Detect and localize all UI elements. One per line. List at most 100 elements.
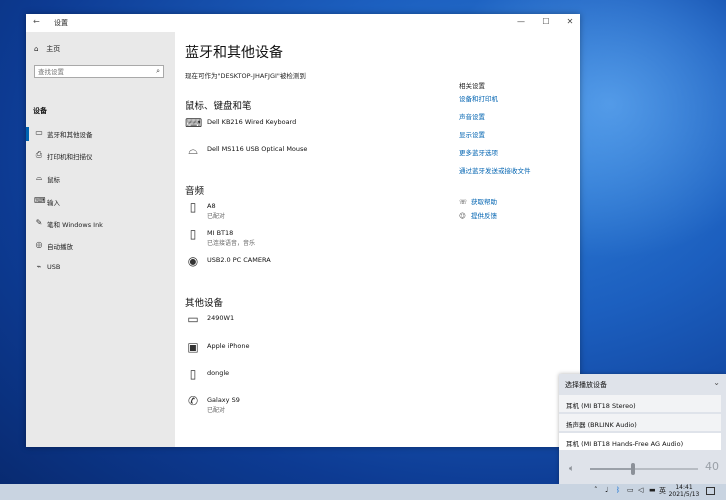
sidebar-item-pen[interactable]: ✎ 笔和 Windows Ink [26,215,175,233]
search-input[interactable] [38,68,148,76]
device-item[interactable]: ⌨ Dell KB216 Wired Keyboard [185,116,445,138]
notification-icon[interactable] [706,487,715,495]
phone-icon: ▯ [189,367,197,381]
device-item[interactable]: ▯ dongle [185,367,445,389]
section-heading: 其他设备 [185,298,224,309]
home-icon: ⌂ [34,45,39,53]
back-arrow-icon[interactable]: ← [33,17,43,26]
mouse-icon: ⌓ [35,173,43,182]
link-devices-printers[interactable]: 设备和打印机 [459,93,498,103]
playback-option[interactable]: 扬声器 (BRLINK Audio) [559,414,721,431]
taskbar-clock[interactable]: 14:41 2021/5/13 [666,484,702,498]
get-help-link[interactable]: ☏ 获取帮助 [459,196,497,206]
search-box[interactable]: ⌕ [34,65,164,78]
settings-window: ← 设置 — ☐ ✕ ⌂ 主页 ⌕ 设备 ▭ 蓝牙和其他设备 ⎙ 打印机和扫描仪… [26,14,580,447]
page-title: 蓝牙和其他设备 [185,45,283,61]
sidebar-item-usb[interactable]: ⌁ USB [26,259,175,277]
device-name: USB2.0 PC CAMERA [207,256,271,264]
sidebar-item-label: 笔和 Windows Ink [47,221,103,229]
sidebar-item-printers[interactable]: ⎙ 打印机和扫描仪 [26,147,175,165]
related-settings-heading: 相关设置 [459,82,485,90]
device-item[interactable]: ▭ 2490W1 [185,312,445,334]
device-name: A8 [207,202,216,210]
keyboard-icon: ⌨ [185,116,203,130]
device-item[interactable]: ✆ Galaxy S9 已配对 [185,394,445,416]
sidebar-item-label: 蓝牙和其他设备 [47,131,93,139]
sidebar-item-label: 打印机和扫描仪 [47,153,93,161]
battery-icon[interactable]: ▬ [649,486,656,494]
device-item[interactable]: ▯ MI BT18 已连接语音，音乐 [185,227,445,249]
microphone-icon[interactable]: ♩ [605,486,608,494]
device-name: Galaxy S9 [207,396,240,404]
minimize-button[interactable]: — [513,17,529,29]
volume-slider[interactable] [590,463,698,475]
volume-tray-icon[interactable]: ◁ [638,486,643,494]
device-item[interactable]: ▣ Apple iPhone [185,340,445,362]
sidebar-item-bluetooth[interactable]: ▭ 蓝牙和其他设备 [26,125,175,143]
sidebar-item-autoplay[interactable]: ◎ 自动播放 [26,237,175,255]
get-help-label: 获取帮助 [471,198,497,206]
device-item[interactable]: ◉ USB2.0 PC CAMERA [185,254,445,276]
device-name: Dell KB216 Wired Keyboard [207,118,297,126]
feedback-icon: ☺ [459,212,466,220]
link-bluetooth-files[interactable]: 通过蓝牙发送或接收文件 [459,165,531,175]
playback-option-label: 扬声器 (BRLINK Audio) [566,421,637,429]
window-title: 设置 [54,19,68,27]
autoplay-icon: ◎ [35,240,43,249]
search-icon[interactable]: ⌕ [156,67,160,76]
handset-icon: ✆ [187,394,199,408]
monitor-icon: ▭ [187,312,199,326]
device-status: 已连接语音，音乐 [207,240,256,247]
pen-icon: ✎ [35,218,43,227]
active-indicator [26,127,29,141]
playback-option-label: 耳机 (MI BT18 Hands-Free AG Audio) [566,440,684,448]
playback-device-flyout: 选择播放设备 ⌄ 耳机 (MI BT18 Stereo) 扬声器 (BRLINK… [559,374,726,484]
taskbar: ˄ ♩ ᛒ ▭ ◁ ▬ 英 14:41 2021/5/13 [0,484,726,500]
ime-indicator[interactable]: 英 [659,486,666,496]
chevron-up-icon[interactable]: ˄ [594,486,598,494]
mouse-icon: ⌓ [188,143,198,157]
phone-icon: ▯ [189,227,197,241]
link-more-bluetooth[interactable]: 更多蓝牙选项 [459,147,498,157]
device-status: 已配对 [207,213,226,220]
help-chat-icon: ☏ [459,198,468,206]
speaker-icon[interactable]: 🔈︎ [569,464,574,474]
bluetooth-icon[interactable]: ᛒ [616,486,620,494]
maximize-button[interactable]: ☐ [538,17,554,29]
sidebar-item-mouse[interactable]: ⌓ 鼠标 [26,170,175,188]
discoverable-status: 现在可作为"DESKTOP-JHAFJGI"被检测到 [185,72,306,80]
sidebar-home[interactable]: ⌂ 主页 [34,44,60,54]
device-name: Apple iPhone [207,342,250,350]
device-item[interactable]: ▯ A8 已配对 [185,200,445,222]
bluetooth-devices-icon: ▭ [35,128,43,137]
link-sound-settings[interactable]: 声音设置 [459,111,485,121]
usb-icon: ⌁ [36,262,42,271]
device-name: dongle [207,369,230,377]
device-status: 已配对 [207,407,226,414]
feedback-label: 提供反馈 [471,212,497,220]
chevron-down-icon[interactable]: ⌄ [713,378,720,387]
clock-date: 2021/5/13 [668,491,700,498]
phone-pc-icon: ▣ [187,340,199,354]
playback-option[interactable]: 耳机 (MI BT18 Stereo) [559,395,721,412]
link-display-settings[interactable]: 显示设置 [459,129,485,139]
playback-option-label: 耳机 (MI BT18 Stereo) [566,402,636,410]
volume-slider-fill [590,468,634,470]
volume-slider-thumb[interactable] [631,463,636,475]
sidebar-section-title: 设备 [33,107,47,115]
title-bar: ← 设置 — ☐ ✕ [26,14,580,32]
close-button[interactable]: ✕ [562,17,578,29]
sidebar-item-label: 自动播放 [47,243,73,251]
device-item[interactable]: ⌓ Dell MS116 USB Optical Mouse [185,143,445,165]
sidebar-item-label: 输入 [47,199,60,207]
playback-option-selected[interactable]: 耳机 (MI BT18 Hands-Free AG Audio) [559,433,721,450]
device-name: 2490W1 [207,314,235,322]
printer-icon: ⎙ [35,150,43,159]
feedback-link[interactable]: ☺ 提供反馈 [459,210,497,220]
sidebar-item-typing[interactable]: ⌨ 输入 [26,193,175,211]
keyboard-icon: ⌨ [34,196,46,205]
webcam-icon: ◉ [187,254,199,268]
sidebar-item-label: USB [47,263,61,271]
network-icon[interactable]: ▭ [627,486,634,494]
clock-time: 14:41 [675,484,693,491]
